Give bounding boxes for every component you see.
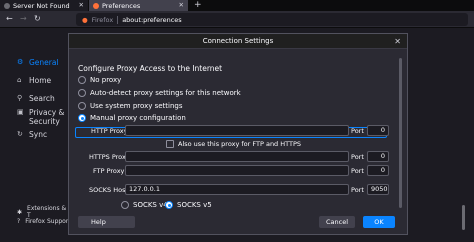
gear-icon: ⚙ [17, 58, 24, 66]
sync-icon: ↻ [17, 130, 23, 138]
dialog-title-bar: Connection Settings ✕ [69, 34, 407, 49]
checkbox-label: Also use this proxy for FTP and HTTPS [178, 140, 302, 148]
http-proxy-label: HTTP Proxy [91, 127, 128, 135]
https-port-label: Port [351, 153, 364, 161]
back-icon[interactable]: ← [6, 14, 13, 23]
footer-link-label: Extensions & T [27, 205, 67, 219]
nav-bar: ← → ↻ ● Firefox about:preferences [0, 11, 474, 28]
sidebar-item-label: Home [29, 76, 52, 85]
support-link[interactable]: ? Firefox Suppor [17, 218, 68, 225]
radio-button[interactable] [121, 201, 129, 209]
firefox-icon: ● [82, 15, 88, 24]
sidebar-item-label: Search [29, 94, 55, 103]
footer-link-label: Firefox Suppor [25, 218, 69, 225]
url-text: about:preferences [122, 15, 182, 24]
radio-socks-v5[interactable]: SOCKS v5 [165, 201, 212, 209]
https-port-input[interactable]: 0 [367, 151, 389, 162]
url-bar[interactable]: ● Firefox about:preferences [76, 13, 468, 26]
radio-button[interactable] [78, 76, 86, 84]
lock-icon: ▣ [17, 108, 24, 116]
label-line: Security [29, 117, 60, 126]
radio-label: No proxy [90, 76, 122, 84]
sidebar-item-home[interactable]: ⌂ Home [17, 76, 51, 85]
connection-settings-dialog: Connection Settings ✕ Configure Proxy Ac… [68, 33, 408, 235]
radio-button-checked[interactable] [78, 114, 86, 122]
tab-title: Preferences [102, 1, 141, 10]
section-title: Configure Proxy Access to the Internet [78, 64, 223, 73]
tab-preferences[interactable]: Preferences ✕ [89, 0, 188, 11]
radio-label: SOCKS v5 [177, 201, 212, 209]
http-port-input[interactable]: 0 [367, 125, 389, 136]
home-icon: ⌂ [17, 76, 22, 84]
radio-label: Auto-detect proxy settings for this netw… [90, 89, 241, 97]
page-icon [4, 2, 10, 9]
tab-title: Server Not Found [13, 1, 70, 10]
ftp-proxy-input[interactable] [125, 165, 349, 176]
https-proxy-input[interactable] [125, 151, 349, 162]
radio-system-proxy[interactable]: Use system proxy settings [78, 102, 183, 110]
http-proxy-input[interactable] [125, 125, 349, 136]
tab-server-not-found[interactable]: Server Not Found ✕ [0, 0, 88, 11]
close-icon[interactable]: ✕ [79, 1, 84, 9]
radio-label: Manual proxy configuration [90, 114, 186, 122]
dialog-body: Configure Proxy Access to the Internet N… [69, 50, 407, 235]
sidebar-item-label: Sync [29, 130, 48, 139]
socks-port-label: Port [351, 186, 364, 194]
ftp-proxy-label: FTP Proxy [93, 167, 125, 175]
dialog-scrollbar[interactable] [399, 58, 402, 208]
https-proxy-label: HTTPS Proxy [89, 153, 130, 161]
http-port-label: Port [351, 127, 364, 135]
sidebar-item-general[interactable]: ⚙ General [17, 58, 59, 67]
socks-port-input[interactable]: 9050 [367, 184, 389, 195]
extensions-link[interactable]: ✱ Extensions & T [17, 205, 70, 219]
label-line: Privacy & [29, 108, 65, 117]
sidebar-item-privacy[interactable]: ▣ Privacy & Security [17, 108, 64, 126]
help-icon: ? [17, 218, 21, 225]
ftp-port-label: Port [351, 167, 364, 175]
puzzle-icon: ✱ [17, 208, 23, 216]
sidebar-item-label: General [29, 58, 59, 67]
radio-button[interactable] [78, 89, 86, 97]
radio-button[interactable] [78, 102, 86, 110]
scrollbar[interactable] [462, 205, 465, 230]
forward-icon[interactable]: → [20, 14, 27, 23]
socks-host-input[interactable]: 127.0.0.1 [125, 184, 349, 195]
radio-manual-proxy[interactable]: Manual proxy configuration [78, 114, 186, 122]
sidebar-item-search[interactable]: ⚲ Search [17, 94, 55, 103]
radio-no-proxy[interactable]: No proxy [78, 76, 121, 84]
divider [117, 15, 119, 24]
firefox-icon [93, 2, 99, 9]
reload-icon[interactable]: ↻ [34, 14, 41, 23]
ok-button[interactable]: OK [363, 216, 395, 228]
socks-host-label: SOCKS Host [89, 186, 129, 194]
cancel-button[interactable]: Cancel [319, 216, 355, 228]
preferences-sidebar: ⚙ General ⌂ Home ⚲ Search ▣ Privacy & Se… [0, 28, 70, 242]
checkbox[interactable] [166, 140, 174, 148]
also-use-proxy-checkbox-row[interactable]: Also use this proxy for FTP and HTTPS [166, 140, 301, 148]
radio-label: Use system proxy settings [90, 102, 183, 110]
sidebar-item-label: Privacy & Security [29, 108, 64, 126]
radio-label: SOCKS v4 [133, 201, 168, 209]
radio-button-checked[interactable] [165, 201, 173, 209]
radio-socks-v4[interactable]: SOCKS v4 [121, 201, 168, 209]
help-button[interactable]: Help [78, 216, 135, 228]
search-icon: ⚲ [17, 94, 23, 102]
ftp-port-input[interactable]: 0 [367, 165, 389, 176]
plus-icon[interactable]: + [194, 0, 202, 11]
tab-bar: Server Not Found ✕ Preferences ✕ + [0, 0, 474, 11]
sidebar-item-sync[interactable]: ↻ Sync [17, 130, 47, 139]
dialog-title: Connection Settings [202, 37, 274, 45]
close-icon[interactable]: ✕ [394, 34, 401, 49]
close-icon[interactable]: ✕ [179, 1, 184, 9]
radio-auto-detect[interactable]: Auto-detect proxy settings for this netw… [78, 89, 241, 97]
identity-label: Firefox [91, 15, 114, 24]
